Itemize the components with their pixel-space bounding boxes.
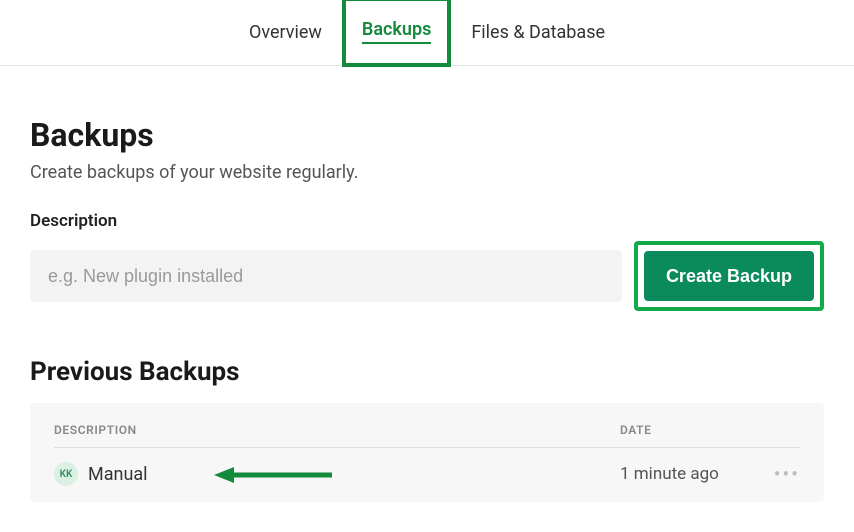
row-actions-menu[interactable]: •••	[760, 462, 800, 486]
previous-backups-title: Previous Backups	[30, 357, 824, 387]
description-label: Description	[30, 211, 824, 231]
row-description-text: Manual	[88, 464, 148, 485]
description-input[interactable]	[30, 250, 622, 302]
table-row[interactable]: KK Manual 1 minute ago •••	[54, 448, 800, 486]
create-backup-button[interactable]: Create Backup	[644, 251, 814, 301]
page-title: Backups	[30, 116, 824, 154]
create-backup-row: Create Backup	[30, 241, 824, 311]
page-content: Backups Create backups of your website r…	[0, 66, 854, 532]
row-date-cell: 1 minute ago	[620, 464, 760, 484]
tab-backups[interactable]: Backups	[362, 19, 431, 44]
page-subtitle: Create backups of your website regularly…	[30, 162, 824, 183]
previous-backups-header: DESCRIPTION DATE	[54, 423, 800, 448]
column-date: DATE	[620, 423, 760, 437]
column-actions	[760, 423, 800, 437]
create-backup-highlight: Create Backup	[634, 241, 824, 311]
column-description: DESCRIPTION	[54, 423, 620, 437]
tab-files-database[interactable]: Files & Database	[451, 0, 625, 66]
avatar: KK	[54, 462, 78, 486]
tab-overview[interactable]: Overview	[229, 0, 342, 66]
tab-backups-highlight: Backups	[342, 0, 451, 67]
row-description-cell: KK Manual	[54, 462, 620, 486]
tabs-bar: Overview Backups Files & Database	[0, 0, 854, 66]
ellipsis-icon: •••	[774, 462, 800, 486]
previous-backups-panel: DESCRIPTION DATE KK Manual 1 minute ago …	[30, 403, 824, 502]
